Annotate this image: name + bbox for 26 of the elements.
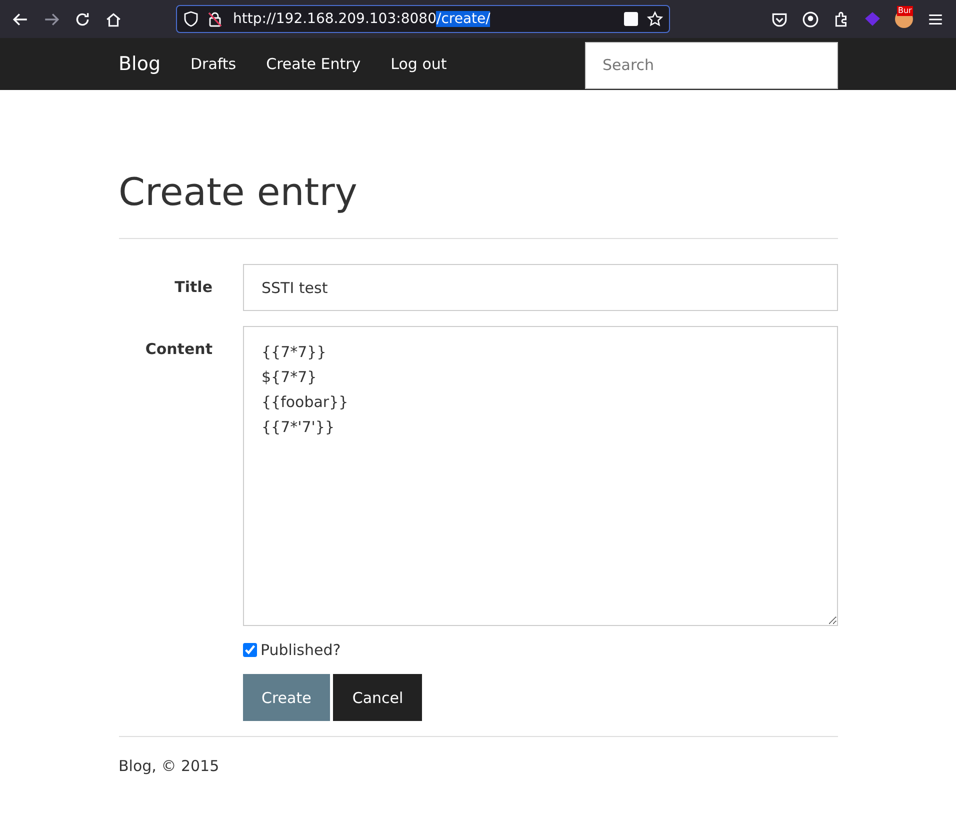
search-field[interactable]: Search	[584, 42, 838, 88]
star-icon[interactable]	[647, 11, 663, 27]
content-field[interactable]: {{7*7}} ${7*7} {{foobar}} {{7*'7'}}	[242, 326, 838, 626]
field-label: Title	[174, 277, 212, 298]
footer-text: Blog, © 2015	[118, 757, 220, 775]
create-button[interactable]: Create	[242, 674, 330, 721]
nav-link[interactable]: Drafts	[190, 55, 236, 73]
home-icon[interactable]	[105, 10, 122, 28]
checkbox-label: Published?	[260, 641, 341, 659]
url-text: http://192.168.209.103:8080	[233, 11, 436, 27]
page-heading: Create entry	[118, 170, 358, 214]
lock-icon[interactable]	[207, 11, 223, 27]
account-icon[interactable]	[802, 10, 819, 28]
field-label: Content	[144, 339, 212, 360]
shield-icon[interactable]	[183, 11, 199, 27]
reload-icon[interactable]	[74, 10, 91, 28]
brand-link[interactable]: Blog	[118, 53, 160, 75]
extension-badge: Bur	[897, 6, 913, 16]
back-icon[interactable]	[12, 10, 29, 28]
title-field[interactable]: SSTI test	[242, 264, 838, 311]
nav-link[interactable]: Create Entry	[266, 55, 361, 73]
published-checkbox[interactable]	[242, 643, 256, 657]
cancel-button[interactable]: Cancel	[333, 674, 422, 721]
forward-icon[interactable]	[43, 10, 60, 28]
nav-link[interactable]: Log out	[390, 55, 447, 73]
pocket-icon[interactable]	[771, 10, 788, 28]
